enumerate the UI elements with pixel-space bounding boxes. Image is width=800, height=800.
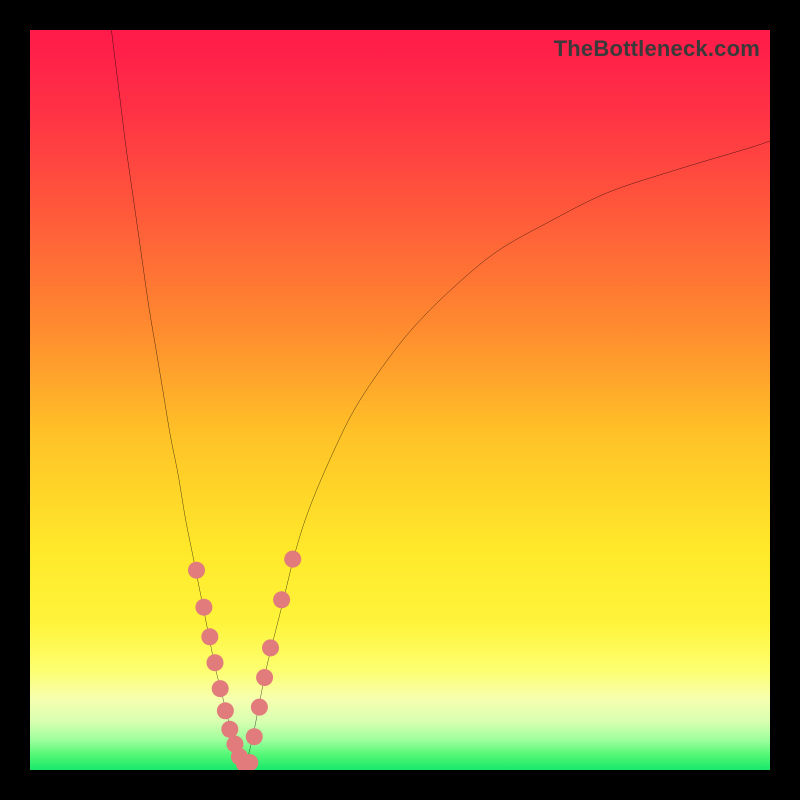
series-right-curve (245, 141, 770, 770)
data-marker (246, 728, 263, 745)
data-marker (188, 562, 205, 579)
data-marker (201, 628, 218, 645)
outer-frame: TheBottleneck.com (0, 0, 800, 800)
data-marker (262, 639, 279, 656)
data-marker (273, 591, 290, 608)
data-marker (195, 599, 212, 616)
data-marker (221, 721, 238, 738)
data-marker (284, 551, 301, 568)
series-left-curve (111, 30, 244, 770)
data-marker (206, 654, 223, 671)
data-marker (256, 669, 273, 686)
data-marker (251, 699, 268, 716)
data-marker (217, 702, 234, 719)
plot-area: TheBottleneck.com (30, 30, 770, 770)
data-marker (212, 680, 229, 697)
curve-layer (30, 30, 770, 770)
